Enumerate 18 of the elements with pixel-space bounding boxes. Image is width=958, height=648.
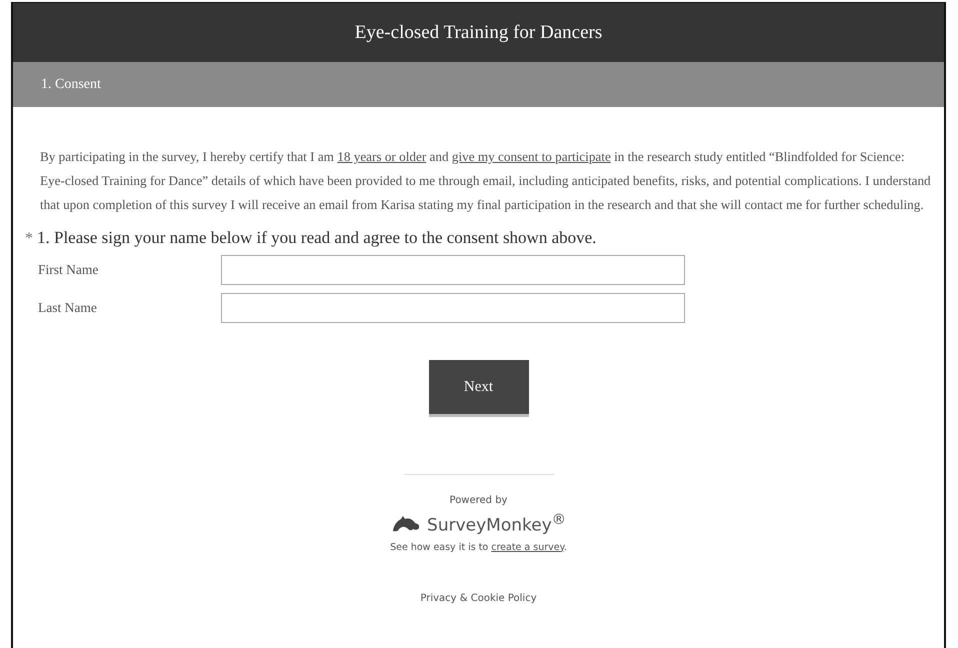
next-button[interactable]: Next <box>428 360 528 414</box>
consent-link[interactable]: give my consent to participate <box>452 149 611 164</box>
promo-text: See how easy it is to create a survey. <box>390 542 567 553</box>
privacy-policy-link[interactable]: Privacy & Cookie Policy <box>420 592 537 604</box>
input-field[interactable] <box>221 293 685 323</box>
input-field[interactable] <box>221 255 685 285</box>
logo-text: SurveyMonkey$^{®}$ <box>427 512 566 536</box>
create-survey-link[interactable]: create a survey <box>491 542 564 553</box>
consent-paragraph: By participating in the survey, I hereby certify that I am 18 years or older and give my consent to participate in the research study entitled “Blindfolded for Science: Eye-closed Training for Dance” details of which have been provided to me through email, including anticipated benefits, risks, and potential complications. I understand that upon completion of this survey I will receive an email from Karisa stating my final participation in the research and that she will contact me for further scheduling. <box>40 148 932 214</box>
consent-link[interactable]: 18 years or older <box>337 149 426 164</box>
survey-title: Eye-closed Training for Dancers <box>354 22 602 44</box>
page-title: 1. Consent <box>41 76 101 92</box>
field-label: First Name <box>38 262 100 278</box>
monkey-logo-icon <box>391 514 422 533</box>
powered-by-text: Powered by <box>450 495 508 506</box>
question-text: 1. Please sign your name below if you read and agree to the consent shown above. <box>37 228 596 248</box>
field-label: Last Name <box>38 300 98 316</box>
required-mark: * <box>25 230 33 248</box>
